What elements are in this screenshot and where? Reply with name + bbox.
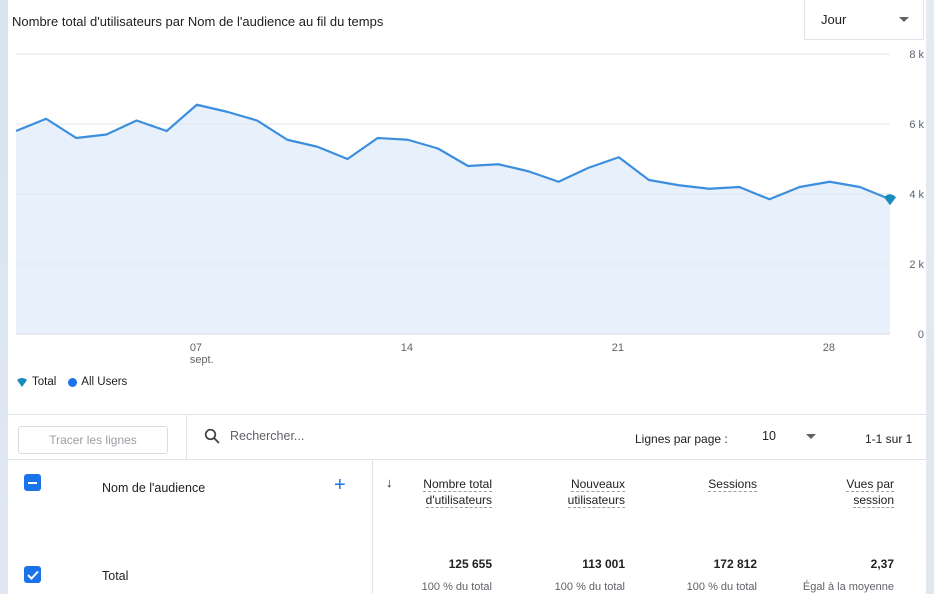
users-line-chart: 0 2 k 4 k 6 k 8 k 07sept. 14 21 28 bbox=[15, 49, 924, 366]
checkmark-icon bbox=[26, 570, 39, 580]
header-new-users-line1: Nouveaux bbox=[570, 477, 625, 492]
x-tick-label: 07 bbox=[190, 342, 202, 354]
legend-dot-icon bbox=[68, 377, 78, 387]
header-new-users[interactable]: Nouveaux utilisateurs bbox=[567, 476, 625, 508]
y-tick-label: 6 k bbox=[909, 119, 924, 131]
header-total-users-line1: Nombre total bbox=[423, 477, 492, 492]
header-views-line1: Vues par bbox=[846, 477, 894, 492]
chevron-down-icon bbox=[805, 433, 816, 439]
header-new-users-line2: utilisateurs bbox=[567, 493, 625, 508]
y-tick-label: 0 bbox=[918, 329, 924, 341]
header-views-line2: session bbox=[853, 493, 894, 508]
sub-total-users: 100 % du total bbox=[421, 581, 492, 593]
value-sessions: 172 812 bbox=[713, 557, 757, 571]
legend-label-total: Total bbox=[32, 376, 57, 388]
y-tick-label: 2 k bbox=[909, 259, 924, 271]
header-sessions[interactable]: Sessions bbox=[708, 476, 757, 492]
header-sessions-line1: Sessions bbox=[708, 477, 757, 492]
header-audience-name: Nom de l'audience bbox=[102, 481, 206, 495]
minus-icon bbox=[28, 481, 37, 484]
header-total-users[interactable]: Nombre total d'utilisateurs bbox=[423, 476, 492, 508]
pagination-text: 1-1 sur 1 bbox=[865, 432, 913, 446]
sort-desc-arrow-icon: ↓ bbox=[386, 475, 393, 490]
trace-lines-button[interactable]: Tracer les lignes bbox=[18, 426, 168, 454]
sub-views-per-session: Égal à la moyenne bbox=[802, 581, 894, 593]
pin-marker-icon bbox=[17, 378, 27, 387]
rows-per-page-value: 10 bbox=[762, 429, 776, 443]
value-new-users: 113 001 bbox=[582, 557, 625, 571]
row-label-total: Total bbox=[102, 569, 129, 583]
y-tick-label: 8 k bbox=[909, 49, 924, 61]
sub-sessions: 100 % du total bbox=[686, 581, 757, 593]
search-icon bbox=[204, 428, 220, 444]
select-all-checkbox[interactable] bbox=[24, 474, 41, 491]
audience-table: Nom de l'audience + ↓ Nombre total d'uti… bbox=[8, 460, 926, 594]
y-tick-label: 4 k bbox=[909, 189, 924, 201]
x-tick-label: 21 bbox=[612, 342, 624, 354]
rows-per-page-label: Lignes par page : bbox=[635, 432, 728, 446]
sub-new-users: 100 % du total bbox=[554, 581, 625, 593]
table-toolbar: Tracer les lignes Lignes par page : 10 1… bbox=[8, 414, 926, 461]
legend-label-all-users: All Users bbox=[81, 376, 128, 388]
value-views-per-session: 2,37 bbox=[870, 557, 894, 571]
x-tick-label: 28 bbox=[823, 342, 835, 354]
x-tick-label: 14 bbox=[401, 342, 413, 354]
column-divider bbox=[372, 460, 373, 594]
row-checkbox-total[interactable] bbox=[24, 566, 41, 583]
header-views-per-session[interactable]: Vues par session bbox=[846, 476, 894, 508]
legend-item-all-users[interactable]: All Users bbox=[68, 376, 127, 388]
chart-card: Nombre total d'utilisateurs par Nom de l… bbox=[8, 0, 926, 594]
toolbar-divider bbox=[186, 415, 187, 461]
legend-item-total[interactable]: Total bbox=[16, 376, 56, 388]
series-area-total bbox=[16, 104, 890, 334]
header-total-users-line2: d'utilisateurs bbox=[425, 493, 492, 508]
rows-per-page-dropdown[interactable]: 10 bbox=[762, 429, 816, 443]
chart-legend: Total All Users bbox=[16, 376, 127, 388]
search-input[interactable] bbox=[230, 429, 430, 443]
add-dimension-icon[interactable]: + bbox=[334, 474, 346, 496]
search-box bbox=[204, 428, 430, 444]
value-total-users: 125 655 bbox=[448, 557, 492, 571]
x-tick-sublabel: sept. bbox=[190, 354, 214, 366]
